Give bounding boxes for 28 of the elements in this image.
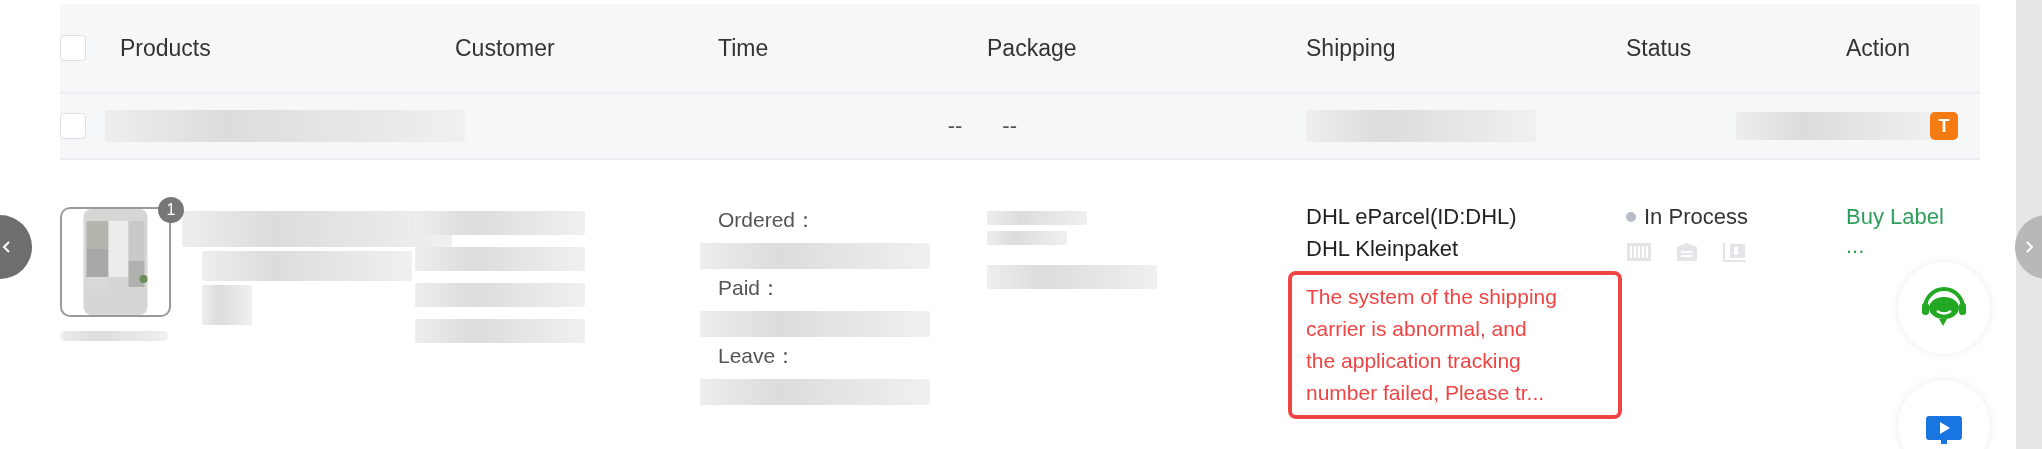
blurred-text — [202, 285, 252, 325]
empty-value: -- — [1002, 113, 1017, 139]
column-header: Package — [987, 34, 1078, 62]
tag-badge: T — [1930, 112, 1958, 140]
quantity-badge: 1 — [158, 197, 184, 223]
time-label: Paid： — [718, 275, 783, 301]
column-header: Shipping — [1306, 34, 1397, 62]
document-icon[interactable] — [1674, 241, 1700, 263]
shipping-method: DHL eParcel(ID:DHL) — [1306, 203, 1518, 231]
time-label: Leave： — [718, 343, 798, 369]
time-label: Ordered： — [718, 207, 818, 233]
column-header: Time — [718, 34, 770, 62]
buy-label-link[interactable]: Buy Label — [1846, 201, 1944, 233]
status-text: In Process — [1644, 204, 1748, 230]
scrollbar[interactable] — [2016, 0, 2042, 449]
row-checkbox[interactable] — [60, 113, 86, 139]
video-icon — [1926, 416, 1962, 444]
column-header: Action — [1846, 34, 1911, 62]
more-button[interactable]: ... — [1846, 233, 1865, 259]
select-all-checkbox[interactable] — [60, 35, 86, 61]
shipping-method: DHL Kleinpaket — [1306, 235, 1460, 263]
error-message: The system of the shipping carrier is abnormal, and the application tracking number failed, Please tr... — [1288, 271, 1622, 419]
empty-value: -- — [947, 113, 963, 139]
label-icon[interactable] — [1722, 241, 1748, 263]
column-header: Products — [120, 34, 212, 62]
barcode-icon[interactable] — [1626, 241, 1652, 263]
column-header: Status — [1626, 34, 1693, 62]
column-header: Customer — [455, 34, 556, 62]
